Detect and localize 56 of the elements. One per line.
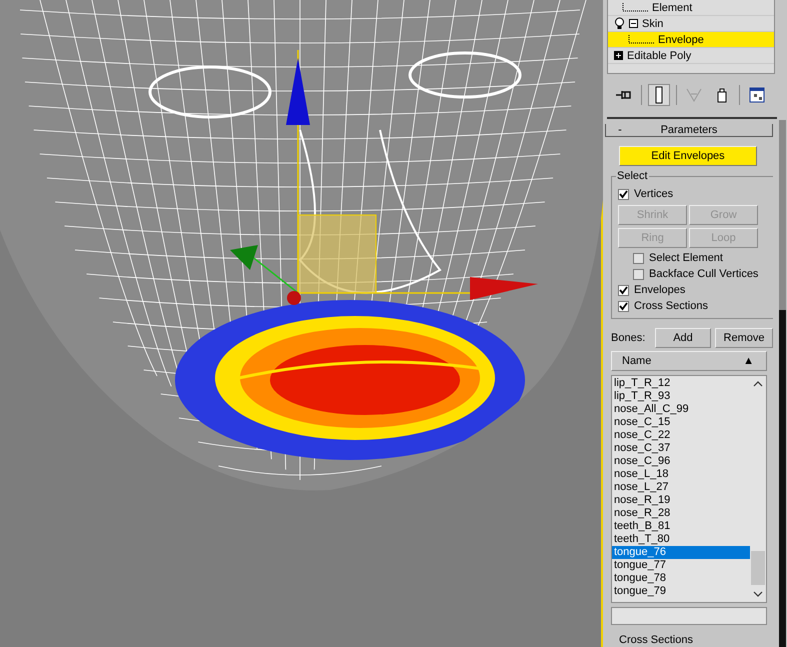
bone-item[interactable]: nose_R_19 <box>612 494 750 507</box>
tree-connector-icon <box>622 2 648 12</box>
bin-icon <box>716 86 728 103</box>
bone-item[interactable]: nose_All_C_99 <box>612 403 750 416</box>
checkbox[interactable] <box>633 268 644 280</box>
checkbox-label: Vertices <box>634 188 674 200</box>
sort-sign: ▲ <box>743 355 754 367</box>
rollout-title: Parameters <box>660 124 718 136</box>
edit-envelopes-button[interactable]: Edit Envelopes <box>619 146 757 166</box>
bone-item[interactable]: nose_L_27 <box>612 481 750 494</box>
bone-item[interactable]: nose_C_15 <box>612 416 750 429</box>
modifier-stack-item[interactable]: Element <box>608 0 774 16</box>
bone-item[interactable]: teeth_B_81 <box>612 520 750 533</box>
checkbox[interactable] <box>618 300 629 312</box>
bone-item[interactable]: tongue_76 <box>612 546 750 559</box>
tree-connector-icon <box>628 34 654 44</box>
funnel-icon <box>686 86 702 103</box>
checkbox-label: Envelopes <box>634 284 686 296</box>
toolbar-button[interactable] <box>648 84 670 106</box>
column-title: Name <box>622 355 652 367</box>
bone-item[interactable]: nose_C_96 <box>612 455 750 468</box>
checkbox-label: Cross Sections <box>634 300 708 312</box>
checkbox-label: Select Element <box>649 252 723 264</box>
expand-icon[interactable] <box>614 51 623 60</box>
viewport[interactable] <box>0 0 603 647</box>
name-column-header[interactable]: Name ▲ <box>611 351 767 371</box>
bone-item[interactable]: tongue_77 <box>612 559 750 572</box>
modifier-stack-item[interactable]: Envelope <box>608 32 774 48</box>
bone-item[interactable]: teeth_T_80 <box>612 533 750 546</box>
checkbox[interactable] <box>618 284 629 296</box>
checkbox-label: Backface Cull Vertices <box>649 268 758 280</box>
collapse-sign: - <box>617 124 623 136</box>
bone-item[interactable]: nose_R_28 <box>612 507 750 520</box>
rollout-header[interactable]: - Parameters <box>605 124 773 137</box>
collapse-icon[interactable] <box>629 19 638 28</box>
panel-scrollbar-drawing[interactable] <box>778 120 787 647</box>
bone-item[interactable]: tongue_79 <box>612 585 750 598</box>
modifier-stack-item[interactable]: Editable Poly <box>608 48 774 64</box>
bone-item[interactable]: lip_T_R_93 <box>612 390 750 403</box>
add-button[interactable]: Add <box>655 328 711 348</box>
remove-button[interactable]: Remove <box>715 328 773 348</box>
light-bulb-icon[interactable] <box>614 17 625 30</box>
bone-item[interactable]: tongue_78 <box>612 572 750 585</box>
bone-item[interactable]: nose_C_37 <box>612 442 750 455</box>
bone-item[interactable]: nose_C_22 <box>612 429 750 442</box>
group-title: Select <box>616 170 649 182</box>
pipe-icon <box>654 86 664 104</box>
bone-item[interactable]: nose_L_18 <box>612 468 750 481</box>
pin-icon <box>615 88 633 101</box>
configure-icon <box>749 86 765 103</box>
bone-item[interactable]: lip_T_R_12 <box>612 377 750 390</box>
bones-label: Bones: <box>611 332 646 344</box>
checkbox[interactable] <box>633 252 644 264</box>
checkbox[interactable] <box>618 188 629 200</box>
rollout-title[interactable]: Cross Sections <box>611 633 693 647</box>
bone-name-field[interactable] <box>611 607 767 625</box>
